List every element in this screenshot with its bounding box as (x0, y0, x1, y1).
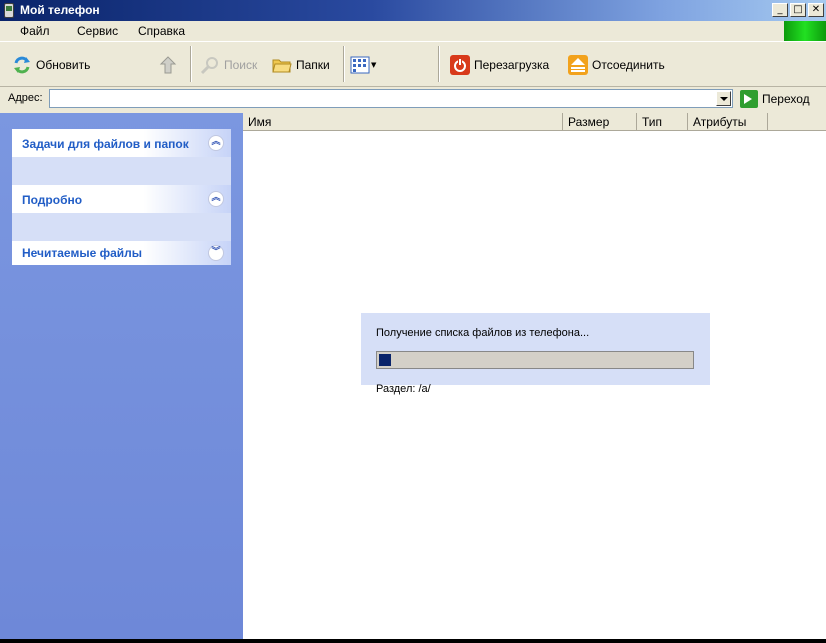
minimize-button[interactable]: _ (772, 3, 788, 17)
panel-unreadable-files-header[interactable]: Нечитаемые файлы ︾ (12, 241, 231, 265)
search-icon (200, 55, 220, 75)
panel-file-tasks: Задачи для файлов и папок ︽ (12, 129, 231, 185)
views-grid-icon (350, 55, 370, 75)
app-window: Мой телефон _ □ ✕ Файл Сервис Справка Об… (0, 0, 826, 643)
progress-bar (376, 351, 694, 369)
collapse-chevron-icon[interactable]: ︽ (208, 191, 224, 207)
section-label: Раздел: /a/ (376, 383, 431, 395)
folder-icon (272, 55, 292, 75)
search-label: Поиск (224, 58, 258, 72)
up-arrow-icon (158, 55, 178, 75)
views-button[interactable]: ▼ (350, 52, 376, 78)
restart-label: Перезагрузка (474, 58, 550, 72)
restart-button[interactable]: Перезагрузка (450, 52, 549, 78)
task-pane: Задачи для файлов и папок ︽ Подробно ︽ Н… (0, 113, 243, 640)
phone-icon (4, 3, 14, 18)
address-dropdown-button[interactable] (716, 91, 731, 106)
panel-details: Подробно ︽ (12, 185, 231, 241)
chevron-down-icon: ▼ (371, 61, 377, 69)
refresh-icon (12, 55, 32, 75)
window-title: Мой телефон (20, 3, 100, 17)
toolbar-separator (343, 46, 345, 82)
go-label: Переход (762, 92, 810, 106)
up-folder-button[interactable] (158, 52, 178, 78)
go-button[interactable]: Переход (740, 90, 810, 108)
maximize-button[interactable]: □ (790, 3, 806, 17)
expand-chevron-icon[interactable]: ︾ (208, 245, 224, 261)
panel-file-tasks-header[interactable]: Задачи для файлов и папок ︽ (12, 129, 231, 157)
disconnect-label: Отсоединить (592, 58, 665, 72)
address-bar: Адрес: Переход (0, 87, 826, 111)
column-header: Имя Размер Тип Атрибуты (243, 113, 826, 131)
toolbar-separator (190, 46, 192, 82)
menu-help[interactable]: Справка (138, 24, 185, 38)
column-type[interactable]: Тип (637, 113, 688, 131)
power-icon (450, 55, 470, 75)
brand-logo (784, 21, 826, 41)
column-name[interactable]: Имя (243, 113, 563, 131)
eject-icon (568, 55, 588, 75)
column-attributes[interactable]: Атрибуты (688, 113, 768, 131)
close-button[interactable]: ✕ (808, 3, 824, 17)
panel-file-tasks-label: Задачи для файлов и папок (22, 137, 189, 151)
toolbar-separator (438, 46, 440, 82)
panel-details-header[interactable]: Подробно ︽ (12, 185, 231, 213)
column-size[interactable]: Размер (563, 113, 637, 131)
menu-file[interactable]: Файл (20, 24, 50, 38)
panel-unreadable-files: Нечитаемые файлы ︾ (12, 241, 231, 265)
toolbar: Обновить Поиск Папки ▼ Перезагрузка Отсо… (0, 41, 826, 87)
address-input[interactable] (49, 89, 733, 108)
folders-button[interactable]: Папки (272, 52, 330, 78)
menu-service[interactable]: Сервис (77, 24, 118, 38)
refresh-label: Обновить (36, 58, 91, 72)
window-bottom-border (0, 639, 826, 643)
disconnect-button[interactable]: Отсоединить (568, 52, 665, 78)
progress-dialog: Получение списка файлов из телефона... (361, 313, 710, 385)
search-button[interactable]: Поиск (200, 52, 257, 78)
address-label: Адрес: (8, 92, 43, 104)
refresh-button[interactable]: Обновить (12, 52, 90, 78)
title-bar[interactable]: Мой телефон _ □ ✕ (0, 0, 826, 21)
panel-unreadable-files-label: Нечитаемые файлы (22, 246, 143, 260)
panel-details-label: Подробно (22, 193, 83, 207)
menu-bar: Файл Сервис Справка (0, 21, 826, 41)
progress-bar-fill (379, 354, 391, 366)
folders-label: Папки (296, 58, 330, 72)
go-arrow-icon (740, 90, 758, 108)
collapse-chevron-icon[interactable]: ︽ (208, 135, 224, 151)
progress-message: Получение списка файлов из телефона... (376, 327, 590, 339)
